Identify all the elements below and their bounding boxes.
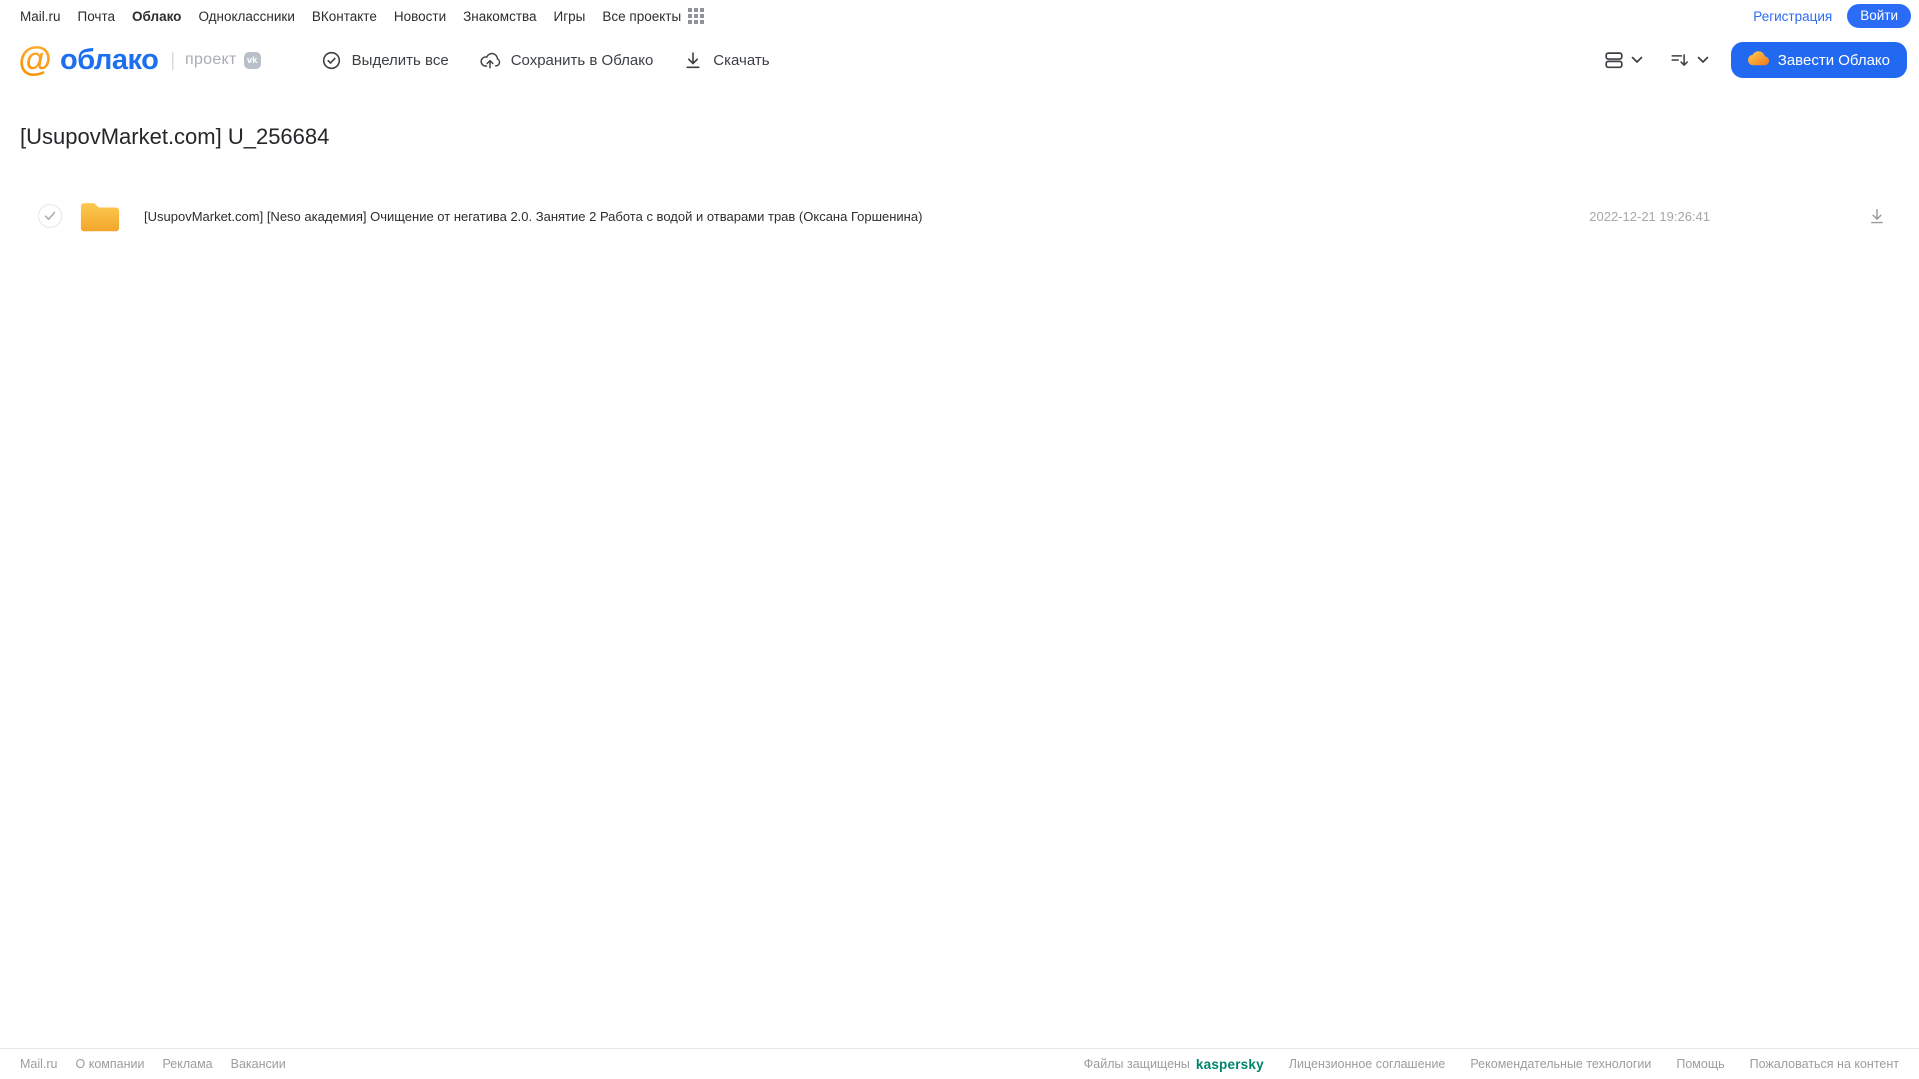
- nav-link-games[interactable]: Игры: [554, 9, 586, 24]
- create-cloud-label: Завести Облако: [1777, 51, 1890, 69]
- footer-link-about[interactable]: О компании: [76, 1057, 145, 1071]
- header-right-controls: Завести Облако: [1603, 42, 1907, 78]
- nav-link-dating[interactable]: Знакомства: [463, 9, 536, 24]
- footer-left-links: Mail.ru О компании Реклама Вакансии: [20, 1057, 286, 1071]
- sort-icon: [1671, 54, 1688, 66]
- nav-link-all-projects[interactable]: Все проекты: [602, 9, 681, 24]
- nav-all-projects: Все проекты: [602, 8, 704, 24]
- svg-text:@: @: [18, 41, 51, 78]
- select-all-button[interactable]: Выделить все: [321, 50, 449, 71]
- nav-link-news[interactable]: Новости: [394, 9, 446, 24]
- nav-link-cloud[interactable]: Облако: [132, 9, 181, 24]
- footer-link-ads[interactable]: Реклама: [162, 1057, 212, 1071]
- portal-nav-bar: Mail.ru Почта Облако Одноклассники ВКонт…: [0, 0, 1919, 32]
- cloud-logo[interactable]: @ облако | проект vk: [16, 41, 261, 79]
- nav-link-mailru[interactable]: Mail.ru: [20, 9, 61, 24]
- nav-link-mail[interactable]: Почта: [78, 9, 116, 24]
- cloud-logo-text: облако: [60, 43, 159, 76]
- file-name-link[interactable]: [UsupovMarket.com] [Neso академия] Очище…: [144, 209, 922, 224]
- footer: Mail.ru О компании Реклама Вакансии Файл…: [0, 1048, 1919, 1079]
- footer-link-report-content[interactable]: Пожаловаться на контент: [1750, 1057, 1899, 1071]
- select-all-label: Выделить все: [351, 51, 449, 69]
- auth-area: Регистрация Войти: [1753, 3, 1911, 29]
- checkmark-icon: [44, 211, 56, 221]
- nav-link-vkontakte[interactable]: ВКонтакте: [312, 9, 377, 24]
- login-button[interactable]: Войти: [1847, 3, 1911, 29]
- registration-link[interactable]: Регистрация: [1753, 9, 1832, 24]
- row-download-icon[interactable]: [1868, 207, 1886, 225]
- mailru-at-icon: @: [18, 41, 51, 78]
- cloud-upload-icon: [480, 52, 500, 69]
- row-checkbox[interactable]: [38, 204, 62, 228]
- list-view-icon: [1605, 52, 1623, 69]
- kaspersky-logo[interactable]: kaspersky: [1196, 1057, 1264, 1072]
- view-mode-dropdown[interactable]: [1603, 49, 1643, 71]
- file-toolbar: Выделить все Сохранить в Облако Скачать: [321, 49, 770, 71]
- footer-link-jobs[interactable]: Вакансии: [231, 1057, 286, 1071]
- page-title: [UsupovMarket.com] U_256684: [20, 124, 330, 149]
- chevron-down-icon: [1697, 56, 1709, 63]
- file-list: [UsupovMarket.com] [Neso академия] Очище…: [0, 196, 1919, 236]
- file-date: 2022-12-21 19:26:41: [1589, 208, 1710, 224]
- footer-link-help[interactable]: Помощь: [1676, 1057, 1724, 1071]
- nav-link-odnoklassniki[interactable]: Одноклассники: [198, 9, 294, 24]
- protected-label: Файлы защищены: [1083, 1057, 1190, 1071]
- save-to-cloud-label: Сохранить в Облако: [510, 51, 654, 69]
- kaspersky-protected: Файлы защищены kaspersky: [1084, 1057, 1264, 1072]
- chevron-down-icon: [1631, 56, 1643, 63]
- check-circle-icon: [322, 51, 340, 69]
- vk-badge-icon: vk: [243, 51, 261, 69]
- sort-dropdown[interactable]: [1669, 49, 1709, 71]
- cloud-header: @ облако | проект vk Выделить все Сохран…: [0, 32, 1919, 88]
- footer-link-recommend-tech[interactable]: Рекомендательные технологии: [1470, 1057, 1651, 1071]
- portal-nav-links: Mail.ru Почта Облако Одноклассники ВКонт…: [20, 8, 704, 24]
- footer-link-license[interactable]: Лицензионное соглашение: [1289, 1057, 1446, 1071]
- download-button[interactable]: Скачать: [683, 50, 770, 70]
- vk-project-label: проект: [185, 51, 237, 68]
- download-icon: [686, 52, 700, 69]
- cloud-icon: [1747, 51, 1769, 66]
- file-row[interactable]: [UsupovMarket.com] [Neso академия] Очище…: [0, 196, 1919, 236]
- logo-divider: |: [170, 49, 175, 70]
- footer-link-mailru[interactable]: Mail.ru: [20, 1057, 58, 1071]
- create-cloud-button[interactable]: Завести Облако: [1730, 42, 1907, 78]
- folder-icon[interactable]: [79, 199, 121, 234]
- footer-right-links: Файлы защищены kaspersky Лицензионное со…: [1084, 1057, 1899, 1072]
- apps-grid-icon[interactable]: [688, 8, 704, 24]
- download-label: Скачать: [713, 51, 770, 69]
- save-to-cloud-button[interactable]: Сохранить в Облако: [479, 49, 654, 71]
